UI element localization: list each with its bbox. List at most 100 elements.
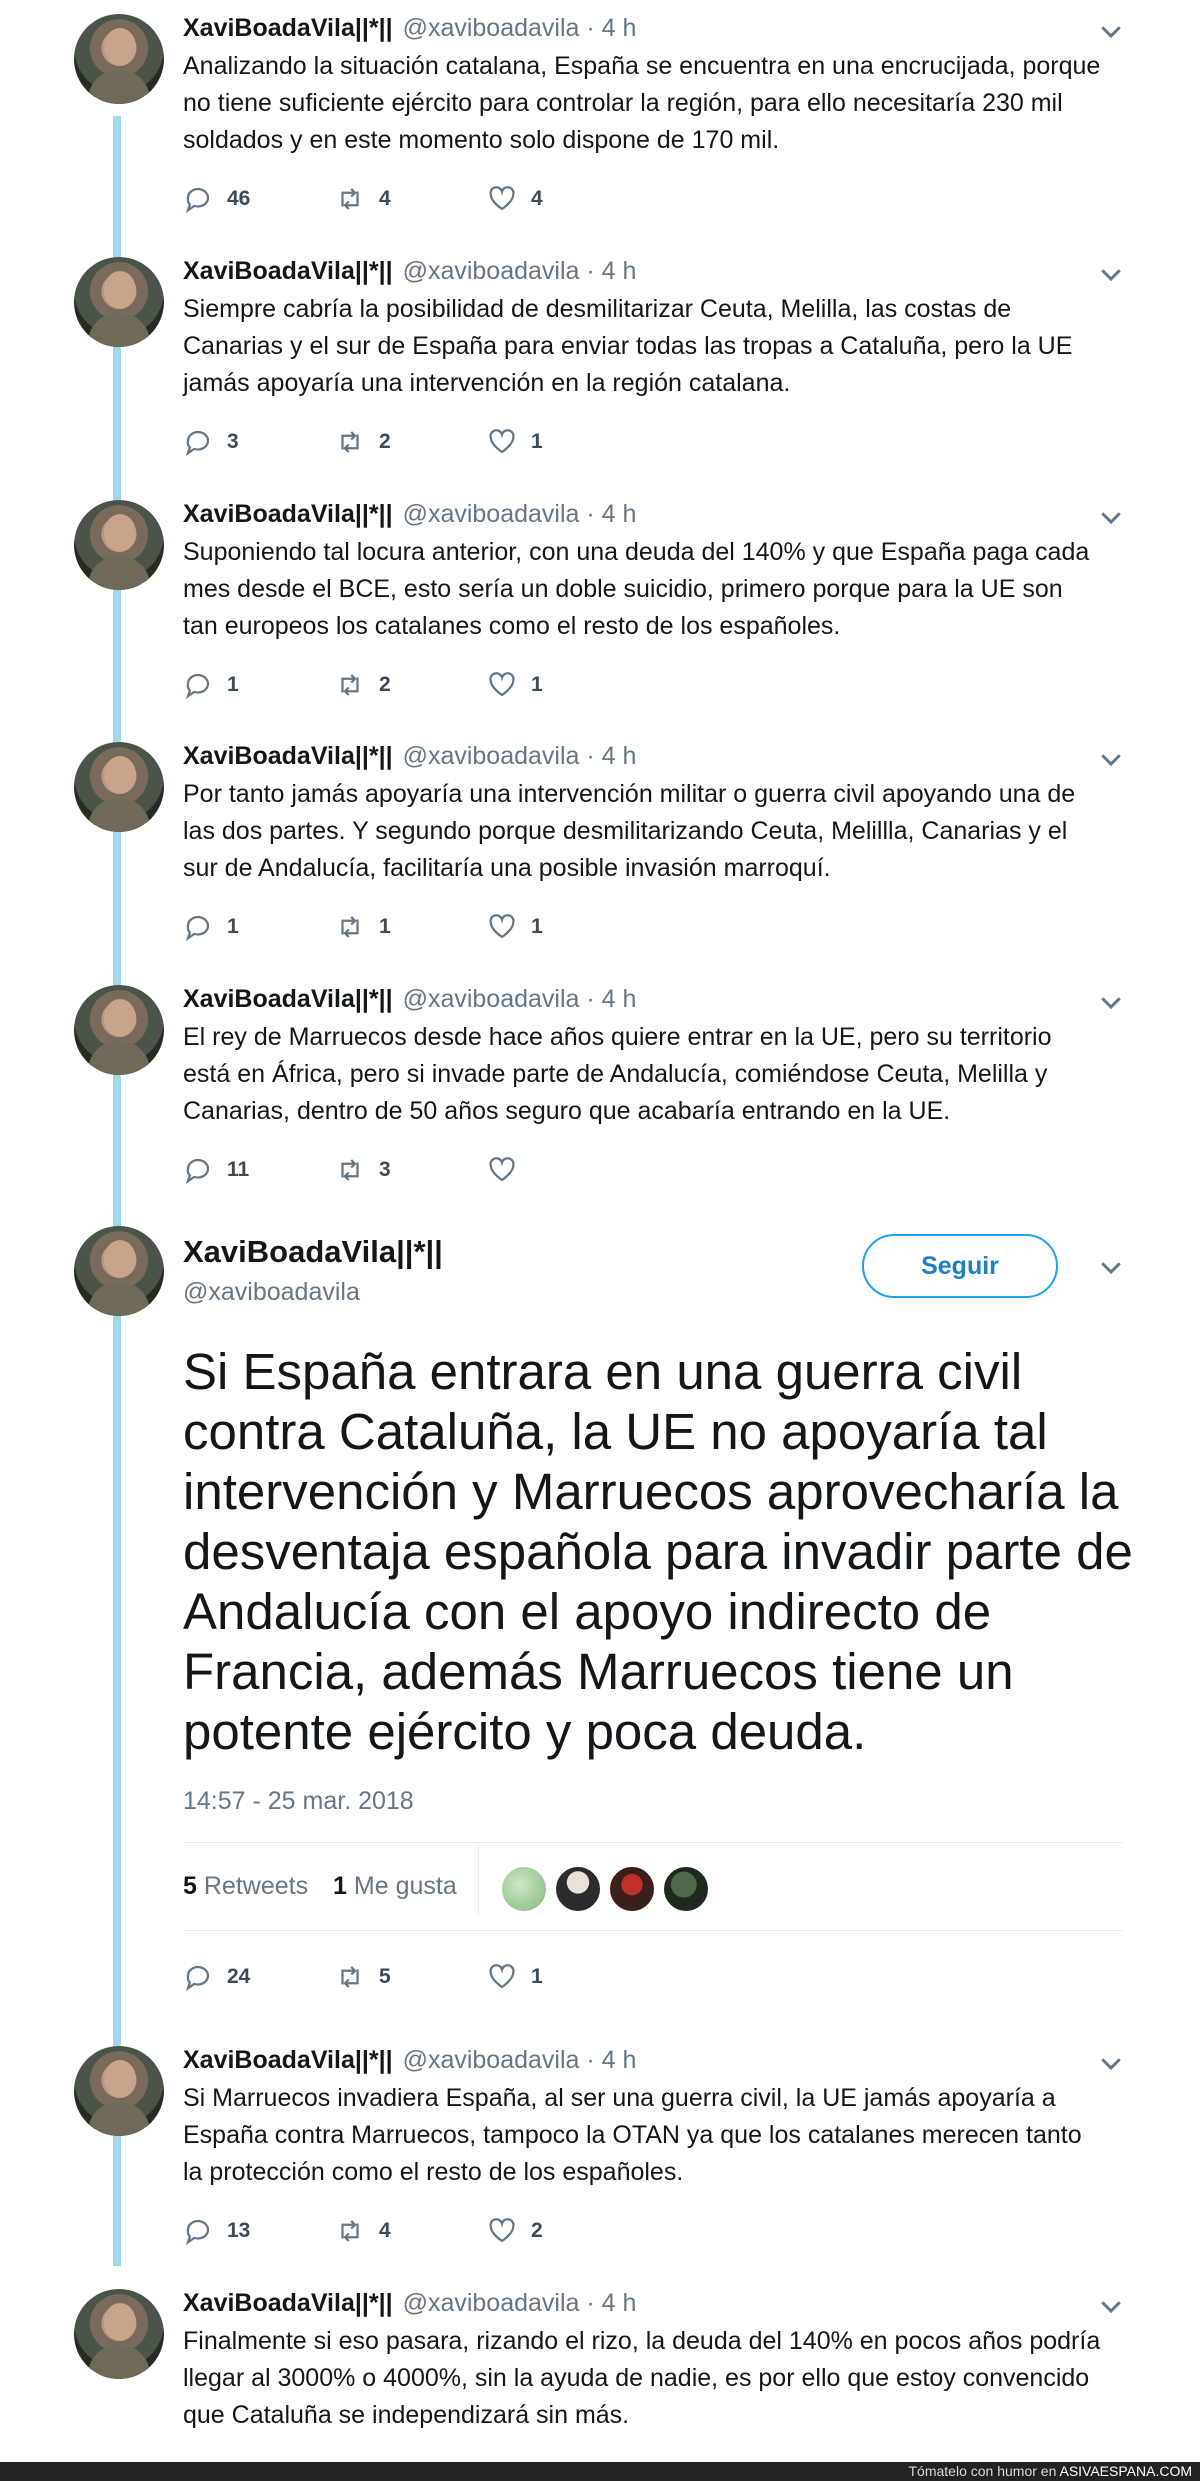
watermark-prefix: Tómatelo con humor en (908, 2463, 1060, 2479)
chevron-down-icon[interactable] (1096, 2048, 1126, 2078)
retweet-icon (341, 916, 359, 938)
watermark-text: Tómatelo con humor en ASIVAESPANA.COM (909, 2463, 1193, 2479)
reply-count: 24 (227, 1965, 251, 1988)
reply-button[interactable]: 24 (183, 1962, 250, 1992)
chevron-down-icon[interactable] (1096, 2291, 1126, 2321)
reply-icon (185, 1158, 210, 1185)
author-name[interactable]: XaviBoadaVila||*|| (183, 1234, 443, 1270)
reply-count: 1 (227, 915, 239, 938)
watermark-site[interactable]: ASIVAESPANA.COM (1059, 2463, 1192, 2479)
avatar[interactable] (74, 2289, 164, 2379)
retweet-count: 5 (379, 1965, 391, 1988)
retweet-button[interactable]: 2 (335, 670, 391, 700)
reply-button[interactable]: 46 (183, 184, 250, 214)
chevron-down-icon[interactable] (1096, 259, 1126, 289)
avatar[interactable] (74, 2046, 164, 2136)
author-name[interactable]: XaviBoadaVila||*|| (183, 14, 393, 42)
author-name[interactable]: XaviBoadaVila||*|| (183, 2046, 393, 2074)
like-count: 1 (531, 915, 543, 938)
author-handle-time: @xaviboadavila · 4 h (402, 2289, 637, 2317)
chevron-down-icon[interactable] (1096, 987, 1126, 1017)
chevron-down-icon[interactable] (1096, 1252, 1126, 1282)
author-name[interactable]: XaviBoadaVila||*|| (183, 500, 393, 528)
author-name[interactable]: XaviBoadaVila||*|| (183, 985, 393, 1013)
reply-button[interactable]: 1 (183, 670, 239, 700)
heart-icon (489, 1157, 515, 1182)
author-handle-time: @xaviboadavila · 4 h (402, 257, 637, 285)
author-handle-time: @xaviboadavila · 4 h (402, 2046, 637, 2074)
like-button[interactable]: 1 (487, 912, 543, 942)
likes-stat[interactable]: 1 Me gusta (333, 1872, 457, 1900)
like-button[interactable]: 4 (487, 184, 543, 214)
tweet-header: XaviBoadaVila||*|| @xaviboadavila · 4 h (183, 14, 636, 43)
chevron-down-icon[interactable] (1096, 744, 1126, 774)
like-button[interactable]: 1 (487, 1962, 543, 1992)
liker-avatar[interactable] (608, 1865, 656, 1913)
liker-avatar[interactable] (500, 1865, 548, 1913)
retweet-button[interactable]: 1 (335, 912, 391, 942)
tweet-text: Si España entrara en una guerra civil co… (183, 1343, 1133, 1760)
like-button[interactable]: 1 (487, 670, 543, 700)
avatar[interactable] (74, 14, 164, 104)
author-name[interactable]: XaviBoadaVila||*|| (183, 2289, 393, 2317)
reply-icon (185, 430, 210, 457)
reply-button[interactable]: 3 (183, 427, 239, 457)
avatar[interactable] (74, 257, 164, 347)
heart-icon (489, 914, 515, 939)
retweet-count: 4 (379, 187, 391, 210)
reply-count: 1 (227, 673, 239, 696)
chevron-down-icon[interactable] (1096, 16, 1126, 46)
reply-button[interactable]: 11 (183, 1155, 249, 1185)
author-handle[interactable]: @xaviboadavila (183, 1278, 360, 1307)
retweet-icon (341, 674, 359, 696)
tweet-header: XaviBoadaVila||*|| @xaviboadavila · 4 h (183, 500, 636, 529)
author-handle-time: @xaviboadavila · 4 h (402, 742, 637, 770)
tweet-header: XaviBoadaVila||*|| @xaviboadavila · 4 h (183, 2289, 636, 2318)
avatar[interactable] (74, 742, 164, 832)
retweet-button[interactable]: 2 (335, 427, 391, 457)
retweet-icon (341, 1159, 359, 1181)
twitter-thread-screenshot: XaviBoadaVila||*|| @xaviboadavila · 4 h A… (0, 0, 1200, 2481)
author-name[interactable]: XaviBoadaVila||*|| (183, 257, 393, 285)
chevron-down-icon[interactable] (1096, 502, 1126, 532)
tweet-text: Finalmente si eso pasara, rizando el riz… (183, 2327, 1101, 2429)
thread-connector-line (113, 116, 121, 2266)
retweet-button[interactable]: 3 (335, 1155, 391, 1185)
liker-avatar[interactable] (554, 1865, 602, 1913)
timestamp[interactable]: 14:57 - 25 mar. 2018 (183, 1787, 414, 1816)
retweet-count: 2 (379, 430, 391, 453)
liker-avatar[interactable] (662, 1865, 710, 1913)
reply-count: 11 (227, 1158, 250, 1181)
avatar[interactable] (74, 500, 164, 590)
heart-icon (489, 672, 515, 697)
divider (183, 1930, 1123, 1931)
avatar[interactable] (74, 985, 164, 1075)
author-name[interactable]: XaviBoadaVila||*|| (183, 742, 393, 770)
like-button[interactable] (487, 1155, 531, 1185)
heart-icon (489, 186, 515, 211)
reply-button[interactable]: 13 (183, 2216, 250, 2246)
retweet-count: 4 (379, 2219, 391, 2242)
like-count: 1 (531, 1965, 543, 1988)
tweet-text: El rey de Marruecos desde hace años quie… (183, 1023, 1052, 1125)
watermark-footer: Tómatelo con humor en ASIVAESPANA.COM (0, 2462, 1200, 2481)
like-button[interactable]: 1 (487, 427, 543, 457)
reply-button[interactable]: 1 (183, 912, 239, 942)
reply-icon (185, 1965, 210, 1992)
reply-count: 46 (227, 187, 251, 210)
retweets-stat[interactable]: 5 Retweets (183, 1872, 308, 1900)
like-button[interactable]: 2 (487, 2216, 543, 2246)
retweet-button[interactable]: 4 (335, 184, 391, 214)
retweet-icon (341, 1966, 359, 1988)
retweet-count: 2 (379, 673, 391, 696)
retweet-icon (341, 431, 359, 453)
tweet-text: Por tanto jamás apoyaría una intervenció… (183, 780, 1076, 882)
retweet-icon (341, 188, 359, 210)
retweet-button[interactable]: 5 (335, 1962, 391, 1992)
like-count: 1 (531, 430, 543, 453)
divider (183, 1842, 1123, 1843)
avatar[interactable] (74, 1226, 164, 1316)
follow-button[interactable]: Seguir (862, 1234, 1058, 1298)
retweets-stat-label: Retweets (203, 1872, 309, 1900)
retweet-button[interactable]: 4 (335, 2216, 391, 2246)
